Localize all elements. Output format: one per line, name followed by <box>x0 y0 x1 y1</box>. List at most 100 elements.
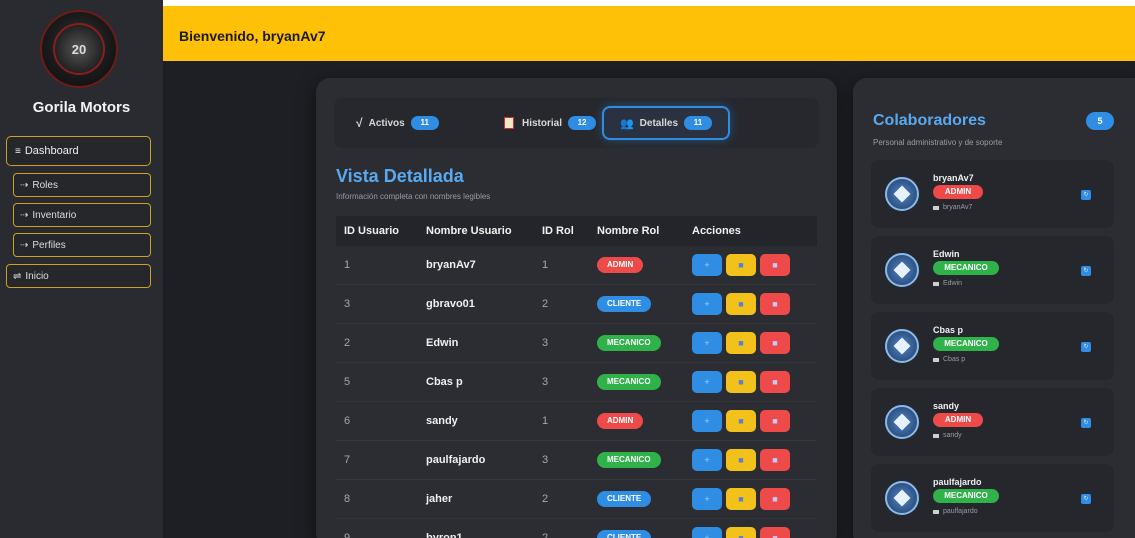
cell-id-rol: 1 <box>542 415 549 427</box>
sidebar-item-label: Roles <box>32 179 58 191</box>
refresh-button[interactable]: ↻ <box>1081 494 1091 504</box>
role-badge: ADMIN <box>933 185 983 199</box>
tab-count-badge: 11 <box>684 116 713 130</box>
role-badge: CLIENTE <box>597 296 652 312</box>
edit-button[interactable]: ■ <box>726 371 756 393</box>
sidebar-item-label: Inicio <box>25 270 49 282</box>
username-text: bryanAv7 <box>943 204 973 211</box>
username-text: Edwin <box>943 280 963 287</box>
sidebar-item-dashboard[interactable]: ≡ Dashboard <box>6 136 151 166</box>
avatar <box>885 481 919 515</box>
sidebar-item-label: Dashboard <box>24 145 79 157</box>
role-badge: MECANICO <box>933 261 999 275</box>
cell-id-rol: 3 <box>542 376 549 388</box>
colaborador-username: bryanAv7 <box>933 204 972 211</box>
view-button[interactable]: + <box>692 410 722 432</box>
table-row: 7 paulfajardo 3 MECANICO + ■ ■ <box>336 441 817 480</box>
sidebar-item-inicio[interactable]: ⇌ Inicio <box>6 264 151 288</box>
view-button[interactable]: + <box>692 371 722 393</box>
sidebar-item-label: Inventario <box>32 209 77 221</box>
edit-icon: ■ <box>738 338 744 348</box>
cell-nombre-usuario: Cbas p <box>426 376 463 388</box>
view-button[interactable]: + <box>692 332 722 354</box>
tab-activos[interactable]: √ Activos 11 <box>356 106 439 140</box>
view-button[interactable]: + <box>692 293 722 315</box>
avatar <box>885 405 919 439</box>
sidebar-item-perfiles[interactable]: ⇢ Perfiles <box>13 233 151 257</box>
tab-label: Detalles <box>639 117 679 129</box>
role-badge: MECANICO <box>597 374 661 390</box>
delete-button[interactable]: ■ <box>760 410 790 432</box>
sidebar-nav: ≡ Dashboard ⇢ Roles ⇢ Inventario ⇢ Perfi… <box>6 136 151 288</box>
cell-nombre-usuario: gbravo01 <box>426 298 475 310</box>
delete-icon: ■ <box>772 533 778 538</box>
colaborador-card: Cbas p MECANICO Cbas p ↻ <box>871 312 1114 380</box>
delete-button[interactable]: ■ <box>760 488 790 510</box>
colaborador-username: Edwin <box>933 280 962 287</box>
section-subtitle: Información completa con nombres legible… <box>336 192 491 201</box>
refresh-button[interactable]: ↻ <box>1081 266 1091 276</box>
cell-acciones: + ■ ■ <box>684 332 817 354</box>
people-icon: 👥 <box>619 117 634 130</box>
cell-acciones: + ■ ■ <box>684 449 817 471</box>
sidebar-item-roles[interactable]: ⇢ Roles <box>13 173 151 197</box>
edit-button[interactable]: ■ <box>726 410 756 432</box>
tab-detalles[interactable]: 👥 Detalles 11 <box>602 106 730 140</box>
refresh-icon: ↻ <box>1083 420 1089 426</box>
refresh-button[interactable]: ↻ <box>1081 342 1091 352</box>
colaborador-name: paulfajardo <box>933 477 982 487</box>
delete-button[interactable]: ■ <box>760 371 790 393</box>
cell-acciones: + ■ ■ <box>684 371 817 393</box>
view-button[interactable]: + <box>692 449 722 471</box>
delete-button[interactable]: ■ <box>760 527 790 538</box>
tab-historial[interactable]: Historial 12 <box>504 106 597 140</box>
edit-button[interactable]: ■ <box>726 449 756 471</box>
cell-acciones: + ■ ■ <box>684 488 817 510</box>
plus-icon: + <box>704 260 710 270</box>
colaborador-username: sandy <box>933 432 962 439</box>
view-button[interactable]: + <box>692 254 722 276</box>
table-row: 9 byron1 2 CLIENTE + ■ ■ <box>336 519 817 538</box>
avatar <box>885 253 919 287</box>
diamond-icon <box>893 185 911 203</box>
edit-icon: ■ <box>738 416 744 426</box>
role-badge: CLIENTE <box>597 491 652 507</box>
role-badge: MECANICO <box>597 335 661 351</box>
cell-nombre-usuario: sandy <box>426 415 458 427</box>
colaboradores-subtitle: Personal administrativo y de soporte <box>873 138 1003 147</box>
table-row: 6 sandy 1 ADMIN + ■ ■ <box>336 402 817 441</box>
role-badge: ADMIN <box>933 413 983 427</box>
table-row: 2 Edwin 3 MECANICO + ■ ■ <box>336 324 817 363</box>
cell-nombre-rol: ADMIN <box>589 257 684 273</box>
delete-button[interactable]: ■ <box>760 254 790 276</box>
colaboradores-count-badge: 5 <box>1086 112 1114 130</box>
cell-id-rol: 3 <box>542 454 549 466</box>
sidebar-item-inventario[interactable]: ⇢ Inventario <box>13 203 151 227</box>
delete-icon: ■ <box>772 377 778 387</box>
plus-icon: + <box>704 494 710 504</box>
cell-id-rol: 3 <box>542 337 549 349</box>
refresh-button[interactable]: ↻ <box>1081 418 1091 428</box>
role-badge: ADMIN <box>597 413 644 429</box>
edit-button[interactable]: ■ <box>726 332 756 354</box>
diamond-icon <box>893 337 911 355</box>
cell-nombre-usuario: byron1 <box>426 532 463 538</box>
refresh-icon: ↻ <box>1083 496 1089 502</box>
plus-icon: + <box>704 338 710 348</box>
refresh-button[interactable]: ↻ <box>1081 190 1091 200</box>
brand-name: Gorila Motors <box>32 99 131 116</box>
view-button[interactable]: + <box>692 488 722 510</box>
delete-button[interactable]: ■ <box>760 293 790 315</box>
delete-button[interactable]: ■ <box>760 332 790 354</box>
menu-icon: ≡ <box>15 145 21 157</box>
sidebar: 20 Gorila Motors ≡ Dashboard ⇢ Roles ⇢ I… <box>0 0 163 538</box>
edit-button[interactable]: ■ <box>726 488 756 510</box>
edit-button[interactable]: ■ <box>726 293 756 315</box>
delete-icon: ■ <box>772 494 778 504</box>
username-text: sandy <box>943 432 962 439</box>
delete-button[interactable]: ■ <box>760 449 790 471</box>
view-button[interactable]: + <box>692 527 722 538</box>
edit-button[interactable]: ■ <box>726 527 756 538</box>
edit-button[interactable]: ■ <box>726 254 756 276</box>
user-card-icon <box>933 357 939 362</box>
